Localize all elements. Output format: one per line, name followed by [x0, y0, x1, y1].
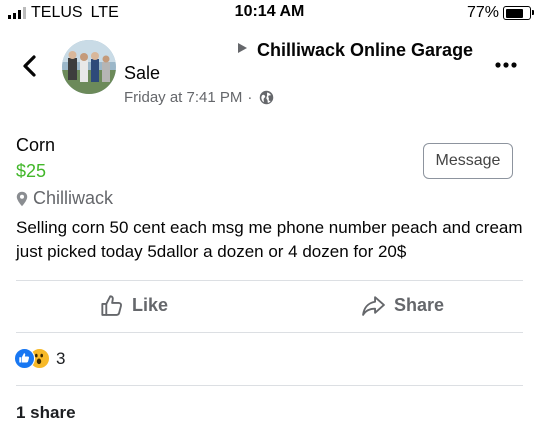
share-button[interactable]: Share [361, 293, 444, 318]
item-title: Corn [16, 135, 56, 155]
item-description: Selling corn 50 cent each msg me phone n… [16, 218, 523, 261]
share-arrow-icon [362, 296, 385, 316]
battery-icon [503, 6, 534, 20]
like-label: Like [132, 295, 169, 315]
divider-top [16, 280, 523, 281]
avatar[interactable] [62, 40, 116, 94]
like-button[interactable]: Like [99, 293, 168, 318]
timestamp-text: Friday at 7:41 PM [124, 89, 243, 106]
message-button[interactable]: Message [423, 143, 513, 179]
more-icon[interactable] [495, 62, 517, 68]
battery-percent: 77% [466, 4, 499, 21]
divider-bottom [16, 385, 523, 386]
battery-level [505, 8, 524, 18]
thumbs-up-icon [101, 295, 123, 316]
post-timestamp[interactable]: Friday at 7:41 PM · [124, 89, 274, 106]
arrow-right-icon [238, 43, 247, 53]
globe-icon [260, 90, 274, 105]
item-location: Chilliwack [16, 188, 113, 209]
status-bar-right: 77% [466, 4, 534, 22]
status-bar: TELUS LTE 10:14 AM 77% [0, 0, 539, 26]
dot-separator: · [247, 89, 253, 106]
share-label: Share [394, 295, 445, 315]
item-price: $25 [16, 161, 47, 181]
reaction-count: 3 [56, 348, 66, 368]
pin-icon [16, 191, 28, 206]
status-time: 10:14 AM [234, 3, 305, 20]
location-text: Chilliwack [33, 188, 114, 208]
group-name[interactable]: Chilliwack Online Garage [257, 40, 473, 61]
avatar-image [62, 40, 116, 94]
share-count[interactable]: 1 share [16, 403, 76, 423]
like-reaction-icon [14, 348, 35, 369]
author-name[interactable]: Sale [124, 63, 160, 84]
chevron-left-icon[interactable] [20, 54, 38, 78]
reactions-summary[interactable]: 3 [14, 348, 65, 369]
divider-middle [16, 332, 523, 333]
